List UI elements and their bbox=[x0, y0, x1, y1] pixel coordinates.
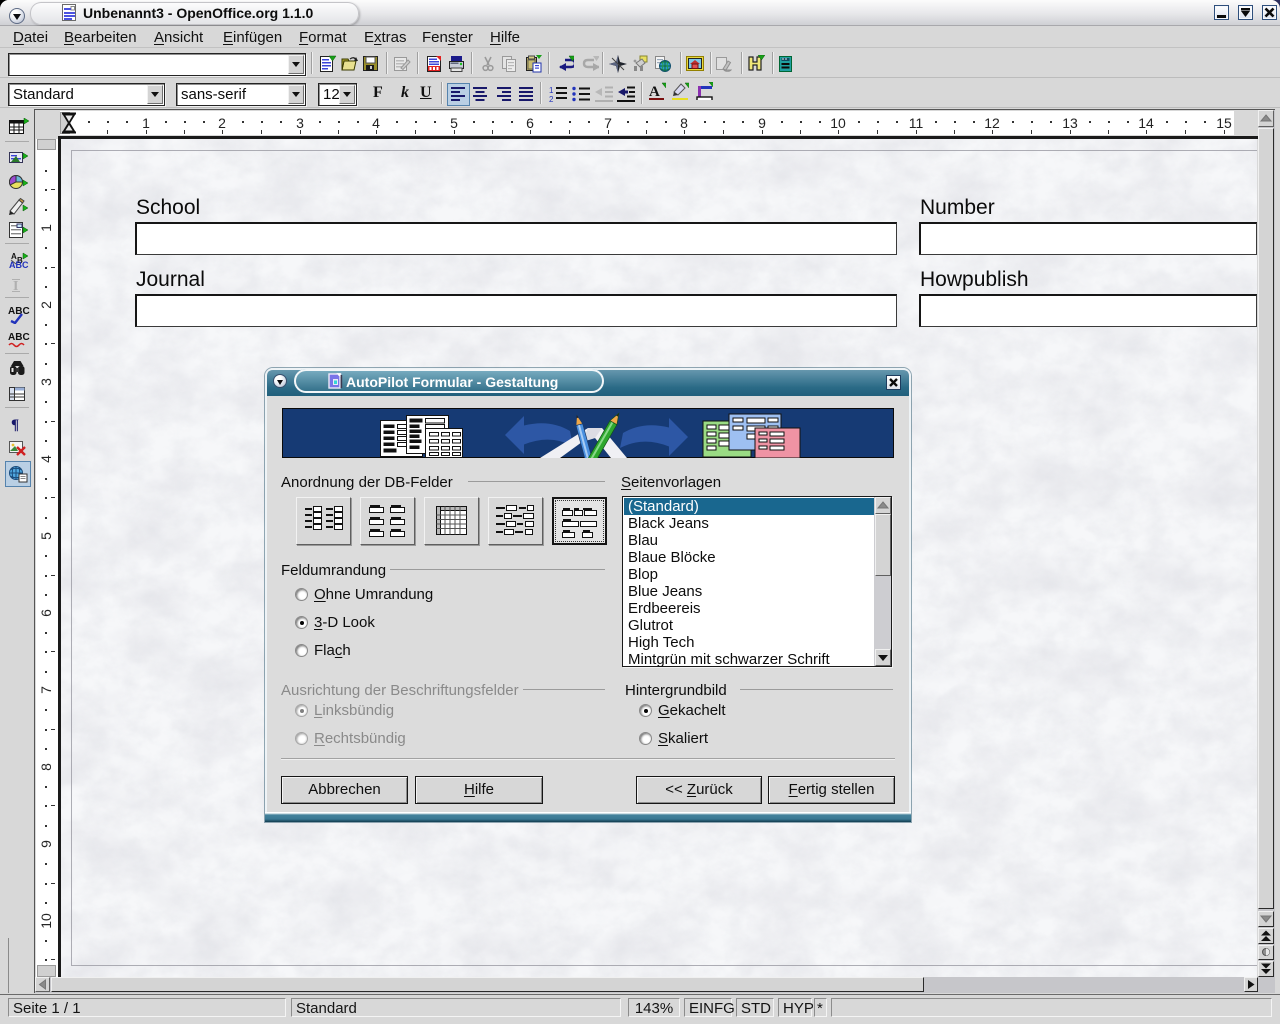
svg-text:¶: ¶ bbox=[11, 417, 19, 433]
svg-text:9: 9 bbox=[38, 840, 54, 848]
svg-text:ABC: ABC bbox=[8, 306, 30, 317]
svg-text:7: 7 bbox=[38, 686, 54, 694]
svg-text:2: 2 bbox=[549, 95, 554, 104]
svg-text:3: 3 bbox=[38, 378, 54, 386]
svg-text:5: 5 bbox=[38, 532, 54, 540]
svg-text:2: 2 bbox=[38, 301, 54, 309]
svg-text:10: 10 bbox=[38, 913, 54, 929]
svg-text:ABC: ABC bbox=[8, 332, 30, 343]
svg-text:6: 6 bbox=[38, 609, 54, 617]
svg-text:1: 1 bbox=[549, 86, 554, 95]
svg-text:ABC: ABC bbox=[9, 260, 29, 270]
svg-text:4: 4 bbox=[38, 455, 54, 463]
svg-text:1: 1 bbox=[38, 224, 54, 232]
svg-text:A: A bbox=[649, 84, 660, 100]
svg-text:8: 8 bbox=[38, 763, 54, 771]
